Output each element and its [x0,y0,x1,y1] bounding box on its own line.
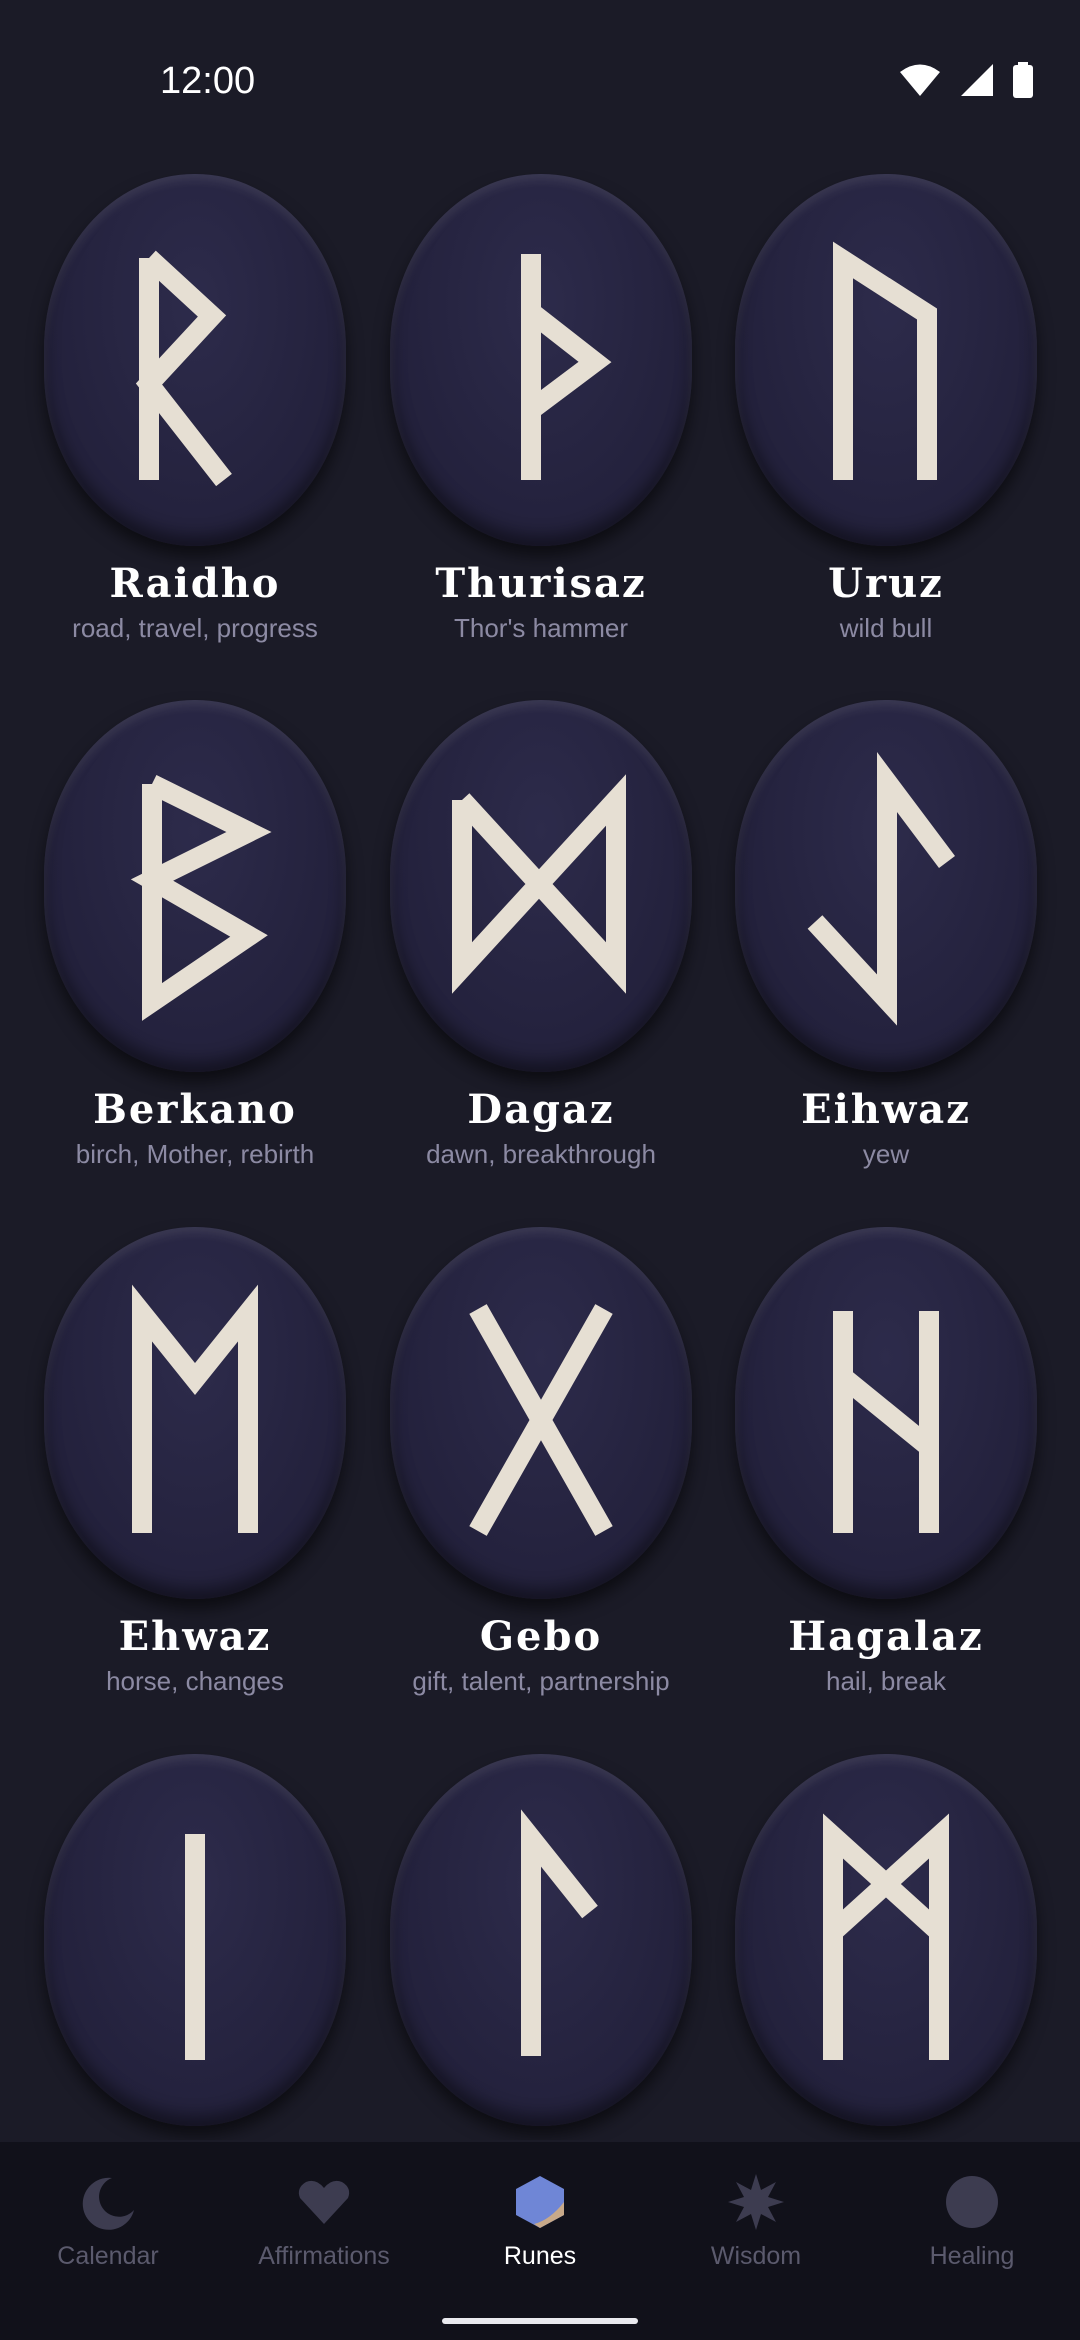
rune-stone [44,1227,346,1599]
hagalaz-rune-icon [833,1311,939,1533]
dagaz-rune-icon [452,774,626,994]
rune-card-hagalaz[interactable]: Hagalaz hail, break [713,1227,1059,1697]
rune-name: Gebo [479,1613,603,1660]
rune-card-isa[interactable] [22,1754,368,2126]
rune-stone [735,174,1037,546]
circle-icon [946,2176,998,2228]
rune-stone [735,700,1037,1072]
nav-label: Runes [503,2242,577,2270]
status-bar: 12:00 [0,0,1080,170]
rune-meaning: gift, talent, partnership [412,1666,670,1696]
bottom-navigation: Calendar Affirmations Runes Wisdom Heali… [0,2142,1080,2340]
rune-name: Thurisaz [435,560,647,607]
gebo-rune-icon [469,1304,613,1536]
rune-meaning: horse, changes [106,1666,284,1696]
nav-item-runes[interactable]: Runes [432,2142,648,2322]
rune-stone [390,1227,692,1599]
mannaz-rune-icon [823,1813,949,2060]
rune-card-thurisaz[interactable]: Thurisaz Thor's hammer [368,174,714,644]
rune-stone [44,700,346,1072]
hexagon-icon [516,2176,564,2228]
ehwaz-rune-icon [132,1284,258,1533]
heart-icon [298,2180,350,2224]
rune-meaning: birch, Mother, rebirth [75,1139,315,1169]
signal-icon [961,64,993,96]
rune-stone [735,1754,1037,2126]
thurisaz-rune-icon [521,254,612,480]
isa-rune-icon [185,1834,205,2060]
uruz-rune-icon [833,241,937,480]
rune-stone [44,174,346,546]
moon-icon [82,2177,134,2230]
rune-stone [390,174,692,546]
rune-name: Uruz [828,560,944,607]
nav-item-healing[interactable]: Healing [864,2142,1080,2322]
nav-item-affirmations[interactable]: Affirmations [216,2142,432,2322]
rune-card-laguz[interactable] [368,1754,714,2126]
status-icons [898,62,1034,98]
rune-name: Dagaz [467,1086,615,1133]
rune-card-ehwaz[interactable]: Ehwaz horse, changes [22,1227,368,1697]
rune-stone [390,700,692,1072]
rune-name: Raidho [109,560,281,607]
rune-meaning: road, travel, progress [72,613,318,643]
nav-label: Calendar [57,2242,159,2270]
rune-name: Berkano [93,1086,297,1133]
rune-card-mannaz[interactable] [713,1754,1059,2126]
rune-meaning: hail, break [826,1666,946,1696]
laguz-rune-icon [521,1809,598,2056]
eihwaz-rune-icon [807,752,955,1026]
nav-item-wisdom[interactable]: Wisdom [648,2142,864,2322]
nav-label: Healing [929,2242,1015,2270]
home-indicator[interactable] [442,2318,638,2324]
rune-card-raidho[interactable]: Raidho road, travel, progress [22,174,368,644]
rune-name: Ehwaz [118,1613,272,1660]
rune-meaning: Thor's hammer [453,613,628,643]
rune-stone [390,1754,692,2126]
rune-stone [735,1227,1037,1599]
rune-card-gebo[interactable]: Gebo gift, talent, partnership [368,1227,714,1697]
rune-meaning: wild bull [839,613,933,643]
rune-card-berkano[interactable]: Berkano birch, Mother, rebirth [22,700,368,1170]
rune-name: Hagalaz [788,1613,984,1660]
rune-name: Eihwaz [801,1086,971,1133]
berkano-rune-icon [130,775,272,1021]
nav-item-calendar[interactable]: Calendar [0,2142,216,2322]
rune-card-uruz[interactable]: Uruz wild bull [713,174,1059,644]
status-time: 12:00 [160,60,256,102]
battery-icon [1013,62,1033,98]
raidho-rune-icon [135,250,232,487]
nav-label: Wisdom [710,2242,802,2270]
rune-card-eihwaz[interactable]: Eihwaz yew [713,700,1059,1170]
runes-grid: Raidho road, travel, progress Thurisaz T… [0,170,1080,2140]
rune-meaning: yew [862,1139,910,1169]
rune-stone [44,1754,346,2126]
wifi-icon [900,64,940,96]
rune-meaning: dawn, breakthrough [426,1139,656,1169]
rune-card-dagaz[interactable]: Dagaz dawn, breakthrough [368,700,714,1170]
star-burst-icon [728,2174,784,2230]
nav-label: Affirmations [258,2242,390,2270]
